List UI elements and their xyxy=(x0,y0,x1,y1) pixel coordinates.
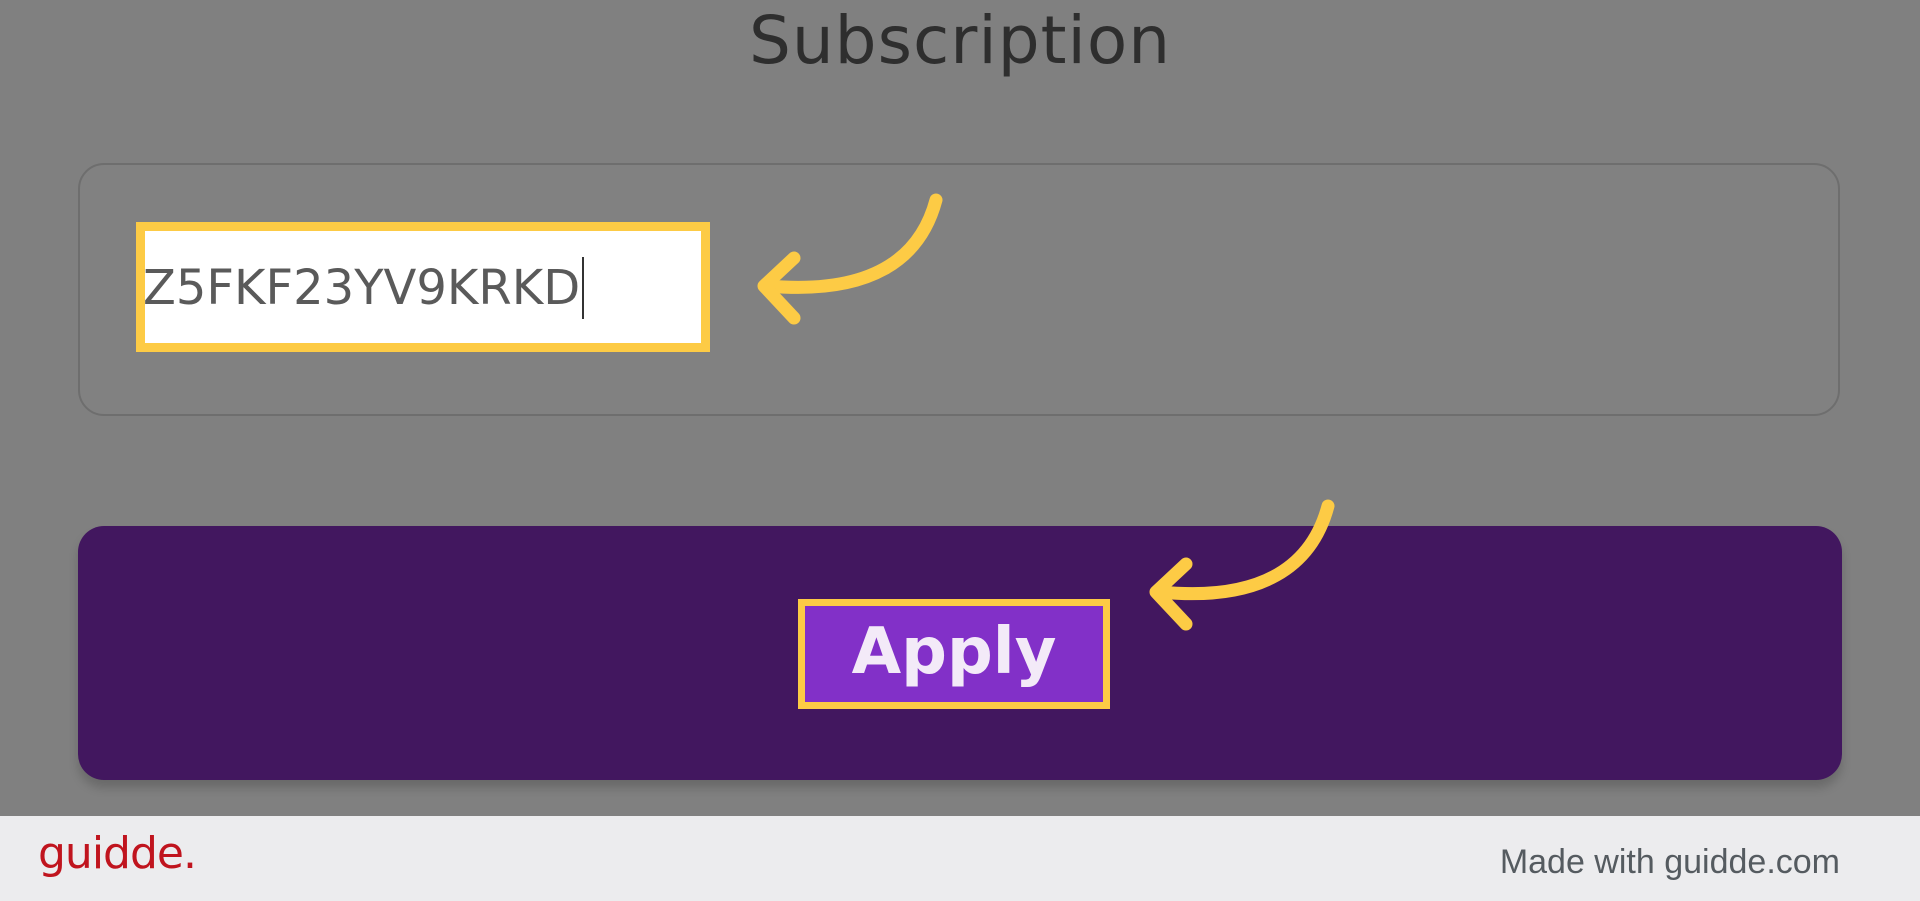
guidde-logo: guidde. xyxy=(38,828,197,879)
curved-arrow-icon xyxy=(1149,499,1335,631)
curved-arrow-icon xyxy=(757,193,943,325)
apply-highlight xyxy=(798,599,1110,709)
page-title: Subscription xyxy=(748,2,1172,79)
made-with-credit: Made with guidde.com xyxy=(1499,843,1840,881)
app-screen: Subscription Z5FKF23YV9KRKD Apply xyxy=(0,0,1920,816)
subscription-code-input[interactable] xyxy=(136,222,710,352)
